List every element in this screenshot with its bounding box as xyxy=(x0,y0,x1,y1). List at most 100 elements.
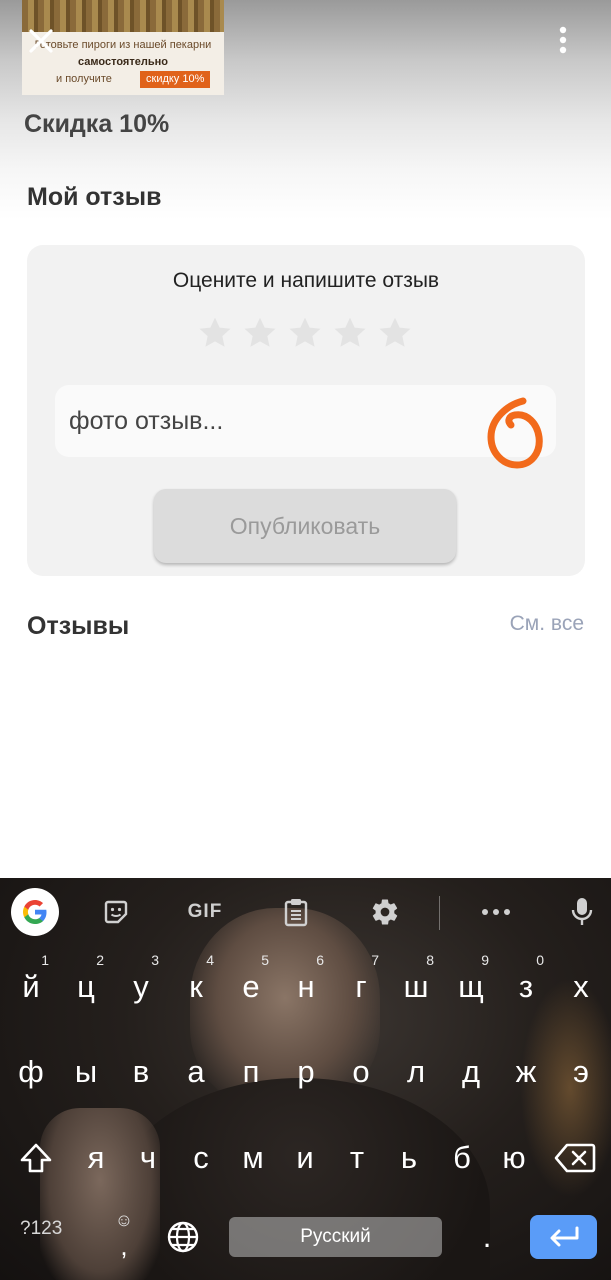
symbols-key[interactable]: ?123 xyxy=(20,1218,62,1240)
key-х[interactable]: х xyxy=(553,950,609,1024)
key-б[interactable]: б xyxy=(434,1121,490,1195)
key-ь[interactable]: ь xyxy=(381,1121,437,1195)
shift-icon xyxy=(20,1143,52,1173)
key-label: ц xyxy=(77,969,95,1004)
key-з[interactable]: з0 xyxy=(498,950,554,1024)
key-с[interactable]: с xyxy=(173,1121,229,1195)
key-д[interactable]: д xyxy=(443,1035,499,1109)
key-у[interactable]: у3 xyxy=(113,950,169,1024)
period-key[interactable]: . xyxy=(459,1200,515,1274)
key-hint: 0 xyxy=(536,952,544,968)
close-icon xyxy=(29,29,53,53)
sticker-button[interactable] xyxy=(96,890,136,934)
google-g-glyph xyxy=(23,900,47,924)
more-horiz-icon xyxy=(482,909,510,915)
key-label: у xyxy=(133,969,149,1004)
comma-key[interactable]: ☺ , xyxy=(96,1198,152,1272)
review-card: Оцените и напишите отзыв Опубликовать xyxy=(27,245,585,576)
see-all-link[interactable]: См. все xyxy=(510,612,584,636)
key-ц[interactable]: ц2 xyxy=(58,950,114,1024)
language-key[interactable] xyxy=(155,1200,211,1274)
promo-discount-tag: скидку 10% xyxy=(140,71,211,88)
key-е[interactable]: е5 xyxy=(223,950,279,1024)
review-text-input[interactable] xyxy=(69,385,469,457)
key-label: г xyxy=(355,969,367,1004)
soft-keyboard: GIF й1 ц2 у 3 к 4 е 5 н 6 г 7 ш 8 щ 9 з … xyxy=(0,878,611,1280)
key-hint: 1 xyxy=(41,952,49,968)
key-ч[interactable]: ч xyxy=(120,1121,176,1195)
key-и[interactable]: и xyxy=(277,1121,333,1195)
key-м[interactable]: м xyxy=(225,1121,281,1195)
key-ы[interactable]: ы xyxy=(58,1035,114,1109)
star-icon[interactable] xyxy=(287,315,323,351)
key-о[interactable]: о xyxy=(333,1035,389,1109)
key-hint: 9 xyxy=(481,952,489,968)
page-title: Скидка 10% xyxy=(24,110,170,138)
my-review-heading: Мой отзыв xyxy=(27,183,162,211)
key-н[interactable]: н6 xyxy=(278,950,334,1024)
gif-label: GIF xyxy=(187,901,223,922)
space-key[interactable]: Русский xyxy=(229,1217,442,1257)
key-ф[interactable]: ф xyxy=(3,1035,59,1109)
key-label: х xyxy=(573,969,589,1004)
star-rating[interactable] xyxy=(197,315,413,351)
key-л[interactable]: л xyxy=(388,1035,444,1109)
gif-button[interactable]: GIF xyxy=(182,890,228,934)
key-label: щ xyxy=(458,969,484,1004)
key-э[interactable]: э xyxy=(553,1035,609,1109)
settings-button[interactable] xyxy=(365,890,405,934)
keyboard-toolbar: GIF xyxy=(0,878,611,946)
star-icon[interactable] xyxy=(197,315,233,351)
close-button[interactable] xyxy=(20,20,62,62)
key-щ[interactable]: щ9 xyxy=(443,950,499,1024)
publish-button[interactable]: Опубликовать xyxy=(154,489,456,563)
key-hint: 8 xyxy=(426,952,434,968)
key-label: е xyxy=(242,969,260,1004)
key-я[interactable]: я xyxy=(68,1121,124,1195)
key-й[interactable]: й1 xyxy=(3,950,59,1024)
key-hint: 6 xyxy=(316,952,324,968)
key-label: н xyxy=(297,969,315,1004)
voice-input-button[interactable] xyxy=(564,890,600,934)
star-icon[interactable] xyxy=(242,315,278,351)
key-к[interactable]: к4 xyxy=(168,950,224,1024)
hand-drawn-circle-annotation xyxy=(487,397,543,469)
globe-icon xyxy=(167,1221,199,1253)
promo-line-3: и получите xyxy=(56,73,112,85)
key-ю[interactable]: ю xyxy=(486,1121,542,1195)
star-icon[interactable] xyxy=(332,315,368,351)
enter-icon xyxy=(550,1226,578,1247)
key-р[interactable]: р xyxy=(278,1035,334,1109)
key-т[interactable]: т xyxy=(329,1121,385,1195)
clipboard-icon xyxy=(284,899,308,927)
toolbar-divider xyxy=(439,896,440,930)
key-label: й xyxy=(22,969,40,1004)
comma-label: , xyxy=(120,1230,128,1261)
backspace-key[interactable] xyxy=(547,1121,603,1195)
key-hint: 4 xyxy=(206,952,214,968)
review-prompt: Оцените и напишите отзыв xyxy=(172,269,440,292)
sticker-icon xyxy=(104,900,128,924)
emoji-hint-icon: ☺ xyxy=(114,1210,134,1230)
settings-icon xyxy=(372,899,398,925)
key-ш[interactable]: ш8 xyxy=(388,950,444,1024)
backspace-icon xyxy=(554,1143,596,1173)
shift-key[interactable] xyxy=(8,1121,64,1195)
more-tools-button[interactable] xyxy=(476,890,516,934)
enter-key[interactable] xyxy=(530,1215,597,1259)
google-icon[interactable] xyxy=(11,888,59,936)
key-г[interactable]: г7 xyxy=(333,950,389,1024)
review-input-container[interactable] xyxy=(55,385,556,469)
key-в[interactable]: в xyxy=(113,1035,169,1109)
more-options-button[interactable] xyxy=(545,20,581,60)
key-hint: 5 xyxy=(261,952,269,968)
mic-icon xyxy=(571,898,593,925)
clipboard-button[interactable] xyxy=(276,890,316,934)
key-hint: 3 xyxy=(151,952,159,968)
key-п[interactable]: п xyxy=(223,1035,279,1109)
star-icon[interactable] xyxy=(377,315,413,351)
key-а[interactable]: а xyxy=(168,1035,224,1109)
key-ж[interactable]: ж xyxy=(498,1035,554,1109)
key-hint: 2 xyxy=(96,952,104,968)
more-vert-icon xyxy=(559,26,567,54)
